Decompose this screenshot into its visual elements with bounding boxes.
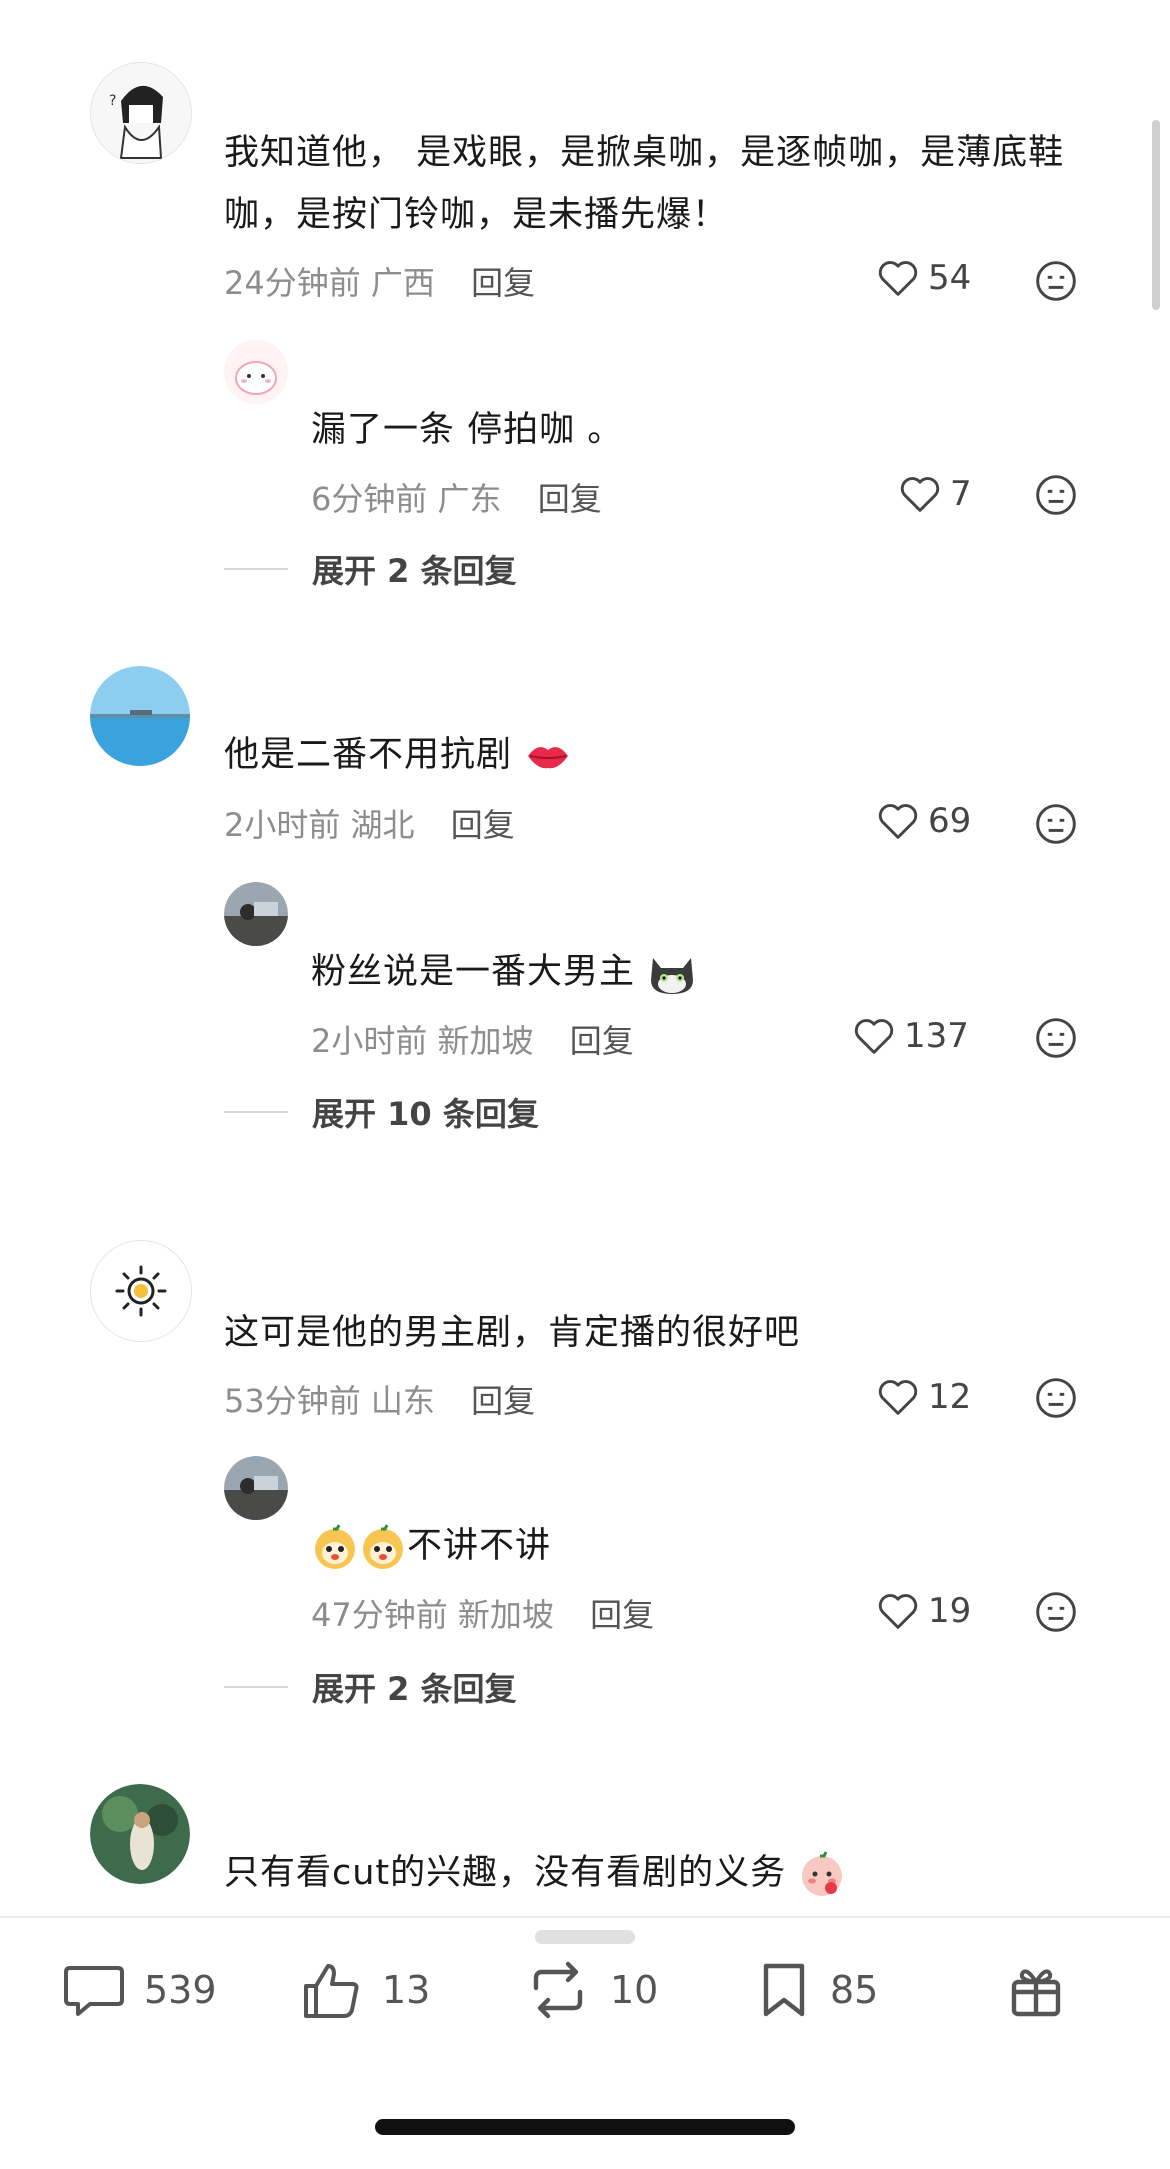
reply-button[interactable]: 回复	[590, 1596, 654, 1634]
reposts-count: 10	[610, 1968, 659, 2012]
reply-avatar[interactable]	[224, 882, 288, 946]
reply-meta: 47分钟前 新加坡 回复	[311, 1590, 654, 1636]
thumbs-up-icon	[304, 1964, 359, 2018]
reply-text: 粉丝说是一番大男主	[311, 941, 697, 1003]
avatar[interactable]	[90, 1240, 192, 1342]
reply-button[interactable]: 回复	[451, 806, 515, 844]
reply-button[interactable]: 回复	[471, 264, 535, 302]
comment-time: 24分钟前	[224, 264, 361, 302]
neutral-face-icon[interactable]	[1034, 259, 1078, 303]
divider	[0, 1916, 1170, 1918]
kiss-lips-icon	[528, 747, 569, 769]
heart-outline-icon	[900, 477, 940, 512]
comment-text-body: 只有看cut的兴趣，没有看剧的义务	[224, 1853, 787, 1893]
like-button[interactable]: 69	[876, 801, 971, 841]
comments-count: 539	[144, 1968, 217, 2012]
like-button[interactable]: 12	[876, 1377, 971, 1417]
avatar[interactable]	[90, 666, 190, 766]
neutral-face-icon[interactable]	[1034, 1016, 1078, 1060]
likes-count: 13	[382, 1968, 431, 2012]
comment-location: 湖北	[350, 806, 415, 844]
like-button[interactable]: 7	[898, 474, 972, 514]
comment-time: 2小时前	[224, 806, 341, 844]
expand-replies-button[interactable]: 展开 10 条回复	[224, 1089, 539, 1135]
reply-location: 新加坡	[437, 1022, 534, 1060]
avatar[interactable]	[90, 1784, 190, 1884]
comments-button[interactable]: 539	[62, 1960, 217, 2020]
divider	[224, 1111, 288, 1113]
reply-avatar[interactable]	[224, 1456, 288, 1520]
like-count: 19	[928, 1591, 972, 1631]
favorite-button[interactable]: 85	[756, 1960, 878, 2020]
cute-face-icon	[315, 1524, 355, 1569]
reply-location: 广东	[437, 480, 502, 518]
comment-meta: 53分钟前 山东 回复	[224, 1376, 535, 1422]
comment-text: 我知道他， 是戏眼，是掀桌咖，是逐帧咖，是薄底鞋咖，是按门铃咖，是未播先爆！	[224, 133, 1065, 235]
reply-text: 不讲不讲	[311, 1515, 551, 1577]
reply-time: 47分钟前	[311, 1596, 448, 1634]
like-button[interactable]: 137	[852, 1016, 969, 1056]
expand-replies-button[interactable]: 展开 2 条回复	[224, 1664, 517, 1710]
heart-outline-icon	[878, 1594, 918, 1629]
heart-outline-icon	[878, 1380, 918, 1415]
expand-label: 展开 2 条回复	[312, 1670, 517, 1708]
cat-face-icon	[651, 958, 694, 994]
neutral-face-icon[interactable]	[1034, 802, 1078, 846]
comment-text: 这可是他的男主剧，肯定播的很好吧	[224, 1313, 801, 1353]
neutral-face-icon[interactable]	[1034, 1376, 1078, 1420]
svg-text:?: ?	[109, 93, 116, 109]
comment-meta: 2小时前 湖北 回复	[224, 800, 515, 846]
reply-avatar[interactable]	[224, 340, 288, 404]
repost-icon	[533, 1961, 583, 2019]
divider	[224, 568, 288, 570]
speech-bubble-icon	[64, 1966, 124, 2016]
like-count: 137	[904, 1016, 969, 1056]
comment-time: 53分钟前	[224, 1382, 361, 1420]
expand-label: 展开 10 条回复	[312, 1095, 539, 1133]
heart-outline-icon	[878, 804, 918, 839]
reply-location: 新加坡	[457, 1596, 554, 1634]
comment-text-body: 他是二番不用抗剧	[224, 735, 513, 775]
comment-text: 只有看cut的兴趣，没有看剧的义务	[224, 1842, 846, 1904]
expand-label: 展开 2 条回复	[312, 552, 517, 590]
like-count: 69	[928, 801, 972, 841]
reply-button[interactable]: 回复	[471, 1382, 535, 1420]
like-button[interactable]: 54	[876, 258, 971, 298]
reply-text-body: 粉丝说是一番大男主	[311, 952, 636, 992]
reply-button[interactable]: 回复	[570, 1022, 634, 1060]
reply-text: 漏了一条 停拍咖 。	[311, 410, 624, 450]
reply-meta: 2小时前 新加坡 回复	[311, 1016, 634, 1062]
like-post-button[interactable]: 13	[300, 1960, 430, 2020]
comment-text: 他是二番不用抗剧	[224, 724, 572, 786]
blushing-face-icon	[802, 1851, 843, 1896]
like-button[interactable]: 19	[876, 1591, 971, 1631]
comment-location: 山东	[370, 1382, 435, 1420]
divider	[224, 1686, 288, 1688]
reply-text-body: 不讲不讲	[407, 1526, 552, 1566]
heart-outline-icon	[854, 1019, 894, 1054]
drag-handle[interactable]	[535, 1930, 635, 1944]
reply-meta: 6分钟前 广东 回复	[311, 474, 602, 520]
expand-replies-button[interactable]: 展开 2 条回复	[224, 546, 517, 592]
reply-button[interactable]: 回复	[538, 480, 602, 518]
reply-time: 2小时前	[311, 1022, 428, 1060]
home-indicator	[375, 2119, 795, 2135]
cute-face-icon	[363, 1524, 403, 1569]
comment-location: 广西	[370, 264, 435, 302]
like-count: 12	[928, 1377, 972, 1417]
gift-button[interactable]	[1006, 1960, 1084, 2020]
favorites-count: 85	[830, 1968, 879, 2012]
neutral-face-icon[interactable]	[1034, 1590, 1078, 1634]
gift-icon	[1011, 1969, 1061, 2017]
repost-button[interactable]: 10	[524, 1960, 658, 2020]
reply-time: 6分钟前	[311, 480, 428, 518]
bookmark-icon	[763, 1963, 805, 2017]
scrollbar[interactable]	[1152, 120, 1160, 310]
neutral-face-icon[interactable]	[1034, 473, 1078, 517]
comment-meta: 24分钟前 广西 回复	[224, 258, 535, 304]
like-count: 54	[928, 258, 972, 298]
avatar[interactable]: ?	[90, 62, 192, 164]
like-count: 7	[950, 474, 972, 514]
heart-outline-icon	[878, 261, 918, 296]
